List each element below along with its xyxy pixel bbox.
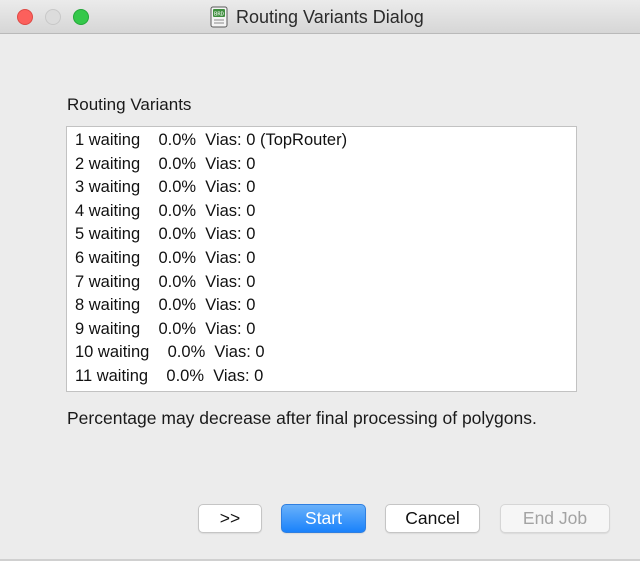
title-bar[interactable]: BRD Routing Variants Dialog — [0, 0, 640, 34]
routing-variants-list[interactable]: 1 waiting 0.0% Vias: 0 (TopRouter) 2 wai… — [66, 126, 577, 392]
list-item[interactable]: 8 waiting 0.0% Vias: 0 — [67, 294, 576, 318]
end-job-button[interactable]: End Job — [500, 504, 610, 533]
list-item[interactable]: 4 waiting 0.0% Vias: 0 — [67, 200, 576, 224]
maximize-window-button[interactable] — [73, 9, 89, 25]
more-options-button[interactable]: >> — [198, 504, 262, 533]
routing-variants-label: Routing Variants — [67, 95, 192, 114]
minimize-window-button[interactable] — [45, 9, 61, 25]
list-item[interactable]: 1 waiting 0.0% Vias: 0 (TopRouter) — [67, 129, 576, 153]
list-item[interactable]: 5 waiting 0.0% Vias: 0 — [67, 223, 576, 247]
cancel-button[interactable]: Cancel — [385, 504, 480, 533]
routing-variants-dialog: BRD Routing Variants Dialog Routing Vari… — [0, 0, 640, 561]
list-item[interactable]: 6 waiting 0.0% Vias: 0 — [67, 247, 576, 271]
list-item[interactable]: 10 waiting 0.0% Vias: 0 — [67, 341, 576, 365]
start-button[interactable]: Start — [281, 504, 366, 533]
list-item[interactable]: 9 waiting 0.0% Vias: 0 — [67, 318, 576, 342]
window-title-group: BRD Routing Variants Dialog — [210, 6, 424, 28]
polygon-processing-note: Percentage may decrease after final proc… — [67, 408, 537, 428]
window-title: Routing Variants Dialog — [236, 6, 424, 27]
board-document-icon: BRD — [210, 6, 228, 28]
svg-text:BRD: BRD — [214, 12, 224, 18]
list-item[interactable]: 3 waiting 0.0% Vias: 0 — [67, 176, 576, 200]
list-item[interactable]: 7 waiting 0.0% Vias: 0 — [67, 271, 576, 295]
list-item[interactable]: 2 waiting 0.0% Vias: 0 — [67, 153, 576, 177]
close-window-button[interactable] — [17, 9, 33, 25]
list-item[interactable]: 11 waiting 0.0% Vias: 0 — [67, 365, 576, 389]
